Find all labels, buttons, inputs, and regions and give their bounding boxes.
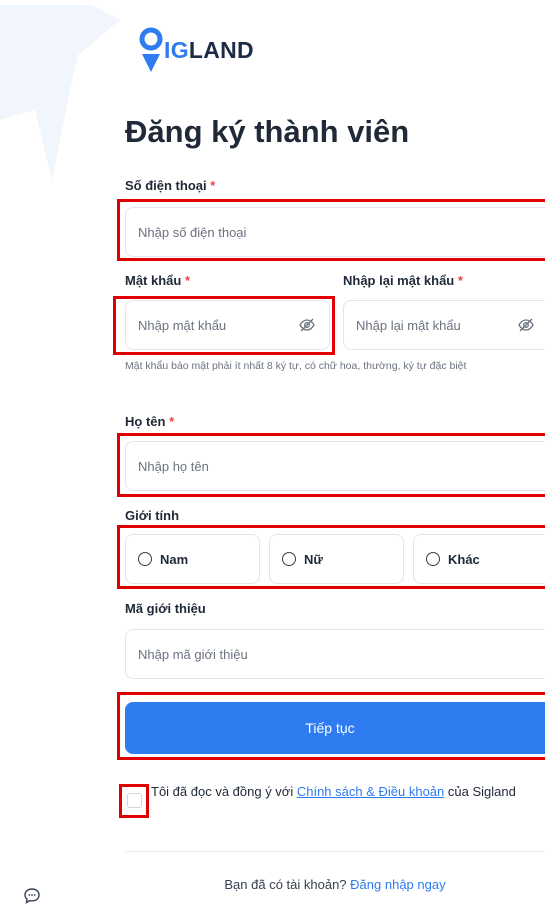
logo-text: IGLAND [164,36,254,63]
fullname-placeholder: Nhập họ tên [138,458,209,474]
referral-placeholder: Nhập mã giới thiệu [138,646,248,662]
referral-input[interactable]: Nhập mã giới thiệu [125,629,545,679]
phone-input[interactable]: Nhập số điện thoại [125,207,545,257]
gender-option-nam[interactable]: Nam [125,534,260,584]
radio-circle-icon [426,552,440,566]
login-link[interactable]: Đăng nhập ngay [350,877,445,892]
phone-label: Số điện thoại * [125,178,216,193]
gender-option-label: Nam [160,551,189,567]
background-decoration [0,5,120,180]
gender-option-khac[interactable]: Khác [413,534,545,584]
password-label: Mật khẩu * [125,273,191,288]
radio-circle-icon [138,552,152,566]
referral-label: Mã giới thiệu [125,601,206,616]
page-title: Đăng ký thành viên [125,114,410,149]
login-prompt: Bạn đã có tài khoản? Đăng nhập ngay [224,877,446,892]
location-pin-logo-icon [139,27,163,72]
phone-placeholder: Nhập số điện thoại [138,224,247,240]
gender-label: Giới tính [125,508,180,523]
sigland-logo[interactable]: IGLAND [138,26,254,74]
fullname-input[interactable]: Nhập họ tên [125,441,545,491]
terms-text: Tôi đã đọc và đồng ý với Chính sách & Đi… [151,784,516,799]
gender-option-nu[interactable]: Nữ [269,534,404,584]
continue-button[interactable]: Tiếp tục [125,702,545,754]
gender-option-label: Khác [448,551,480,567]
eye-off-icon[interactable] [518,317,534,333]
confirm-password-label: Nhập lại mật khẩu * [343,273,463,288]
confirm-password-input[interactable]: Nhập lại mật khẩu [343,300,545,350]
terms-checkbox[interactable] [127,793,142,808]
divider [125,851,545,852]
password-placeholder: Nhập mật khẩu [138,317,227,333]
terms-link[interactable]: Chính sách & Điều khoản [297,784,444,799]
chat-bubble-icon[interactable] [23,887,41,905]
eye-off-icon[interactable] [299,317,315,333]
fullname-label: Họ tên * [125,414,175,429]
password-input[interactable]: Nhập mật khẩu [125,300,330,350]
gender-option-label: Nữ [304,551,323,567]
radio-circle-icon [282,552,296,566]
confirm-password-placeholder: Nhập lại mật khẩu [356,317,461,333]
password-hint: Mật khẩu bảo mật phải ít nhất 8 ký tự, c… [125,360,467,372]
